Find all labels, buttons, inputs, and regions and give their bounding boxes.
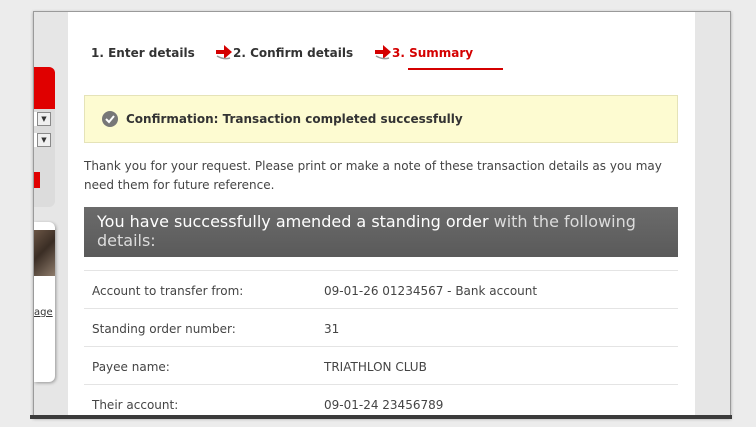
sidebar-promo-link[interactable]: age xyxy=(34,307,55,318)
confirmation-message: Confirmation: Transaction completed succ… xyxy=(84,95,678,143)
confirmation-text: Confirmation: Transaction completed succ… xyxy=(126,112,463,126)
active-step-underline xyxy=(408,68,503,70)
table-row: Account to transfer from: 09-01-26 01234… xyxy=(84,270,678,308)
progress-steps: 1. Enter details 2. Confirm details 3. S… xyxy=(91,45,651,72)
detail-value: TRIATHLON CLUB xyxy=(324,360,427,374)
step-confirm-details: 2. Confirm details xyxy=(233,46,354,60)
main-content: 1. Enter details 2. Confirm details 3. S… xyxy=(68,12,695,417)
promo-photo xyxy=(34,230,55,276)
window-shadow xyxy=(30,415,732,419)
detail-value: 09-01-24 23456789 xyxy=(324,398,444,412)
arrow-right-icon xyxy=(375,45,391,60)
sidebar-go-button[interactable] xyxy=(34,172,40,188)
detail-label: Payee name: xyxy=(92,360,170,374)
check-circle-icon xyxy=(102,111,118,127)
summary-heading-highlight: You have successfully amended a standing… xyxy=(97,212,489,231)
sidebar-promo-card: age xyxy=(34,222,55,382)
browser-window: ▼ ▼ age 1. Enter details 2. Confirm deta… xyxy=(33,11,731,418)
table-row: Their account: 09-01-24 23456789 xyxy=(84,384,678,417)
detail-label: Account to transfer from: xyxy=(92,284,244,298)
arrow-right-icon xyxy=(216,45,232,60)
table-row: Standing order number: 31 xyxy=(84,308,678,346)
right-gutter xyxy=(695,12,730,417)
step-summary: 3. Summary xyxy=(392,46,474,60)
detail-value: 31 xyxy=(324,322,340,336)
table-row: Payee name: TRIATHLON CLUB xyxy=(84,346,678,384)
sidebar-red-tab[interactable] xyxy=(34,67,55,109)
chevron-down-icon[interactable]: ▼ xyxy=(37,133,51,147)
chevron-down-icon[interactable]: ▼ xyxy=(37,112,51,126)
detail-label: Standing order number: xyxy=(92,322,236,336)
detail-value: 09-01-26 01234567 - Bank account xyxy=(324,284,538,298)
intro-text: Thank you for your request. Please print… xyxy=(84,159,662,192)
detail-label: Their account: xyxy=(92,398,179,412)
summary-heading: You have successfully amended a standing… xyxy=(84,207,678,257)
step-enter-details: 1. Enter details xyxy=(91,46,195,60)
details-table: Account to transfer from: 09-01-26 01234… xyxy=(84,270,678,417)
